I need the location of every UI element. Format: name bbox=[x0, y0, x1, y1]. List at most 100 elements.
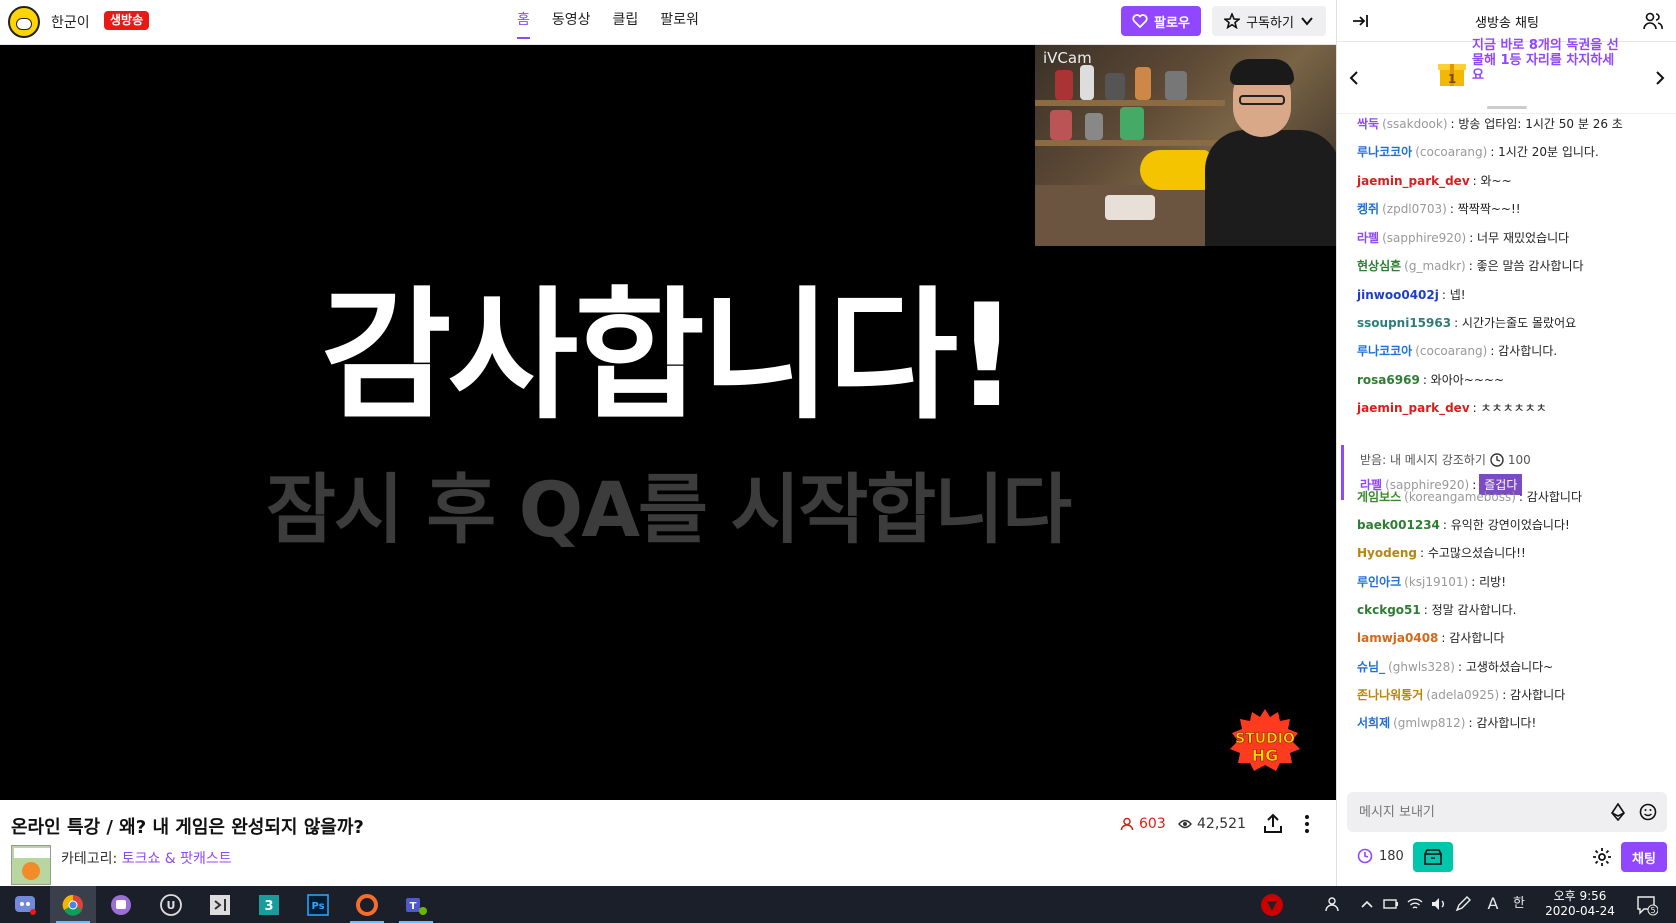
cam-label: iVCam bbox=[1043, 49, 1092, 67]
chat-message: 켕쥐 (zpdl0703): 짝짝짝~~!! bbox=[1357, 201, 1521, 217]
chat-user-id: (gmlwp812) bbox=[1393, 716, 1466, 730]
visual-studio-app-icon[interactable] bbox=[197, 886, 243, 923]
share-icon[interactable] bbox=[1261, 812, 1285, 836]
svg-text:Ps: Ps bbox=[311, 901, 324, 912]
ime-korean-label[interactable]: 한 bbox=[1510, 895, 1528, 913]
chrome-app-icon[interactable] bbox=[50, 886, 96, 923]
photoshop-app-icon[interactable]: Ps bbox=[295, 886, 341, 923]
chat-nick[interactable]: 슈님_ bbox=[1357, 659, 1385, 675]
chat-nick[interactable]: 루나코코아 bbox=[1357, 144, 1412, 160]
unreal-app-icon[interactable]: U bbox=[148, 886, 194, 923]
chat-nick[interactable]: 켕쥐 bbox=[1357, 201, 1379, 217]
chat-message: jaemin_park_dev: 와~~ bbox=[1357, 173, 1512, 189]
svg-text:1: 1 bbox=[1448, 72, 1456, 86]
category-link[interactable]: 토크쇼 & 팟캐스트 bbox=[122, 851, 232, 867]
viewer-count: 603 bbox=[1120, 816, 1166, 832]
people-icon[interactable] bbox=[1324, 895, 1342, 913]
chat-text: : 수고많으셨습니다!! bbox=[1419, 546, 1526, 560]
webcam-overlay: iVCam bbox=[1035, 45, 1336, 246]
tab-videos[interactable]: 동영상 bbox=[552, 9, 591, 39]
svg-text:U: U bbox=[167, 899, 176, 912]
ime-mode-label[interactable]: A bbox=[1484, 895, 1502, 913]
category-label: 카테고리: bbox=[61, 851, 118, 867]
chat-message: 루나코코아 (cocoarang): 1시간 20분 입니다. bbox=[1357, 144, 1599, 160]
emote-icon[interactable] bbox=[1639, 803, 1657, 821]
category-thumbnail[interactable] bbox=[11, 845, 51, 885]
chat-text: : ㅊㅊㅊㅊㅊㅊ bbox=[1472, 401, 1547, 415]
chat-nick[interactable]: baek001234 bbox=[1357, 517, 1440, 533]
chat-user-id: (adela0925) bbox=[1426, 688, 1500, 702]
chat-nick[interactable]: ckckgo51 bbox=[1357, 602, 1421, 618]
tray-app-red-icon[interactable] bbox=[1260, 893, 1284, 917]
battery-icon[interactable] bbox=[1382, 895, 1400, 913]
chat-nick[interactable]: 게임보스 bbox=[1357, 489, 1401, 505]
chat-nick[interactable]: 존나나워통거 bbox=[1357, 687, 1423, 703]
send-chat-button[interactable]: 채팅 bbox=[1621, 842, 1667, 872]
top-bar: 한군이 생방송 홈 동영상 클립 팔로워 팔로우 구독하기 bbox=[0, 0, 1336, 45]
more-options-icon[interactable] bbox=[1297, 812, 1317, 836]
tab-home[interactable]: 홈 bbox=[517, 9, 530, 39]
chat-text: : 너무 재밌었습니다 bbox=[1469, 231, 1570, 245]
chat-nick[interactable]: lamwja0408 bbox=[1357, 630, 1438, 646]
chat-nick[interactable]: 루인아크 bbox=[1357, 574, 1401, 590]
chat-nick[interactable]: jaemin_park_dev bbox=[1357, 400, 1470, 416]
chat-nick[interactable]: 라펠 bbox=[1357, 230, 1379, 246]
discord-app-icon[interactable] bbox=[2, 886, 48, 923]
clock-time: 오후 9:56 bbox=[1553, 889, 1607, 903]
chat-text: : 넵! bbox=[1441, 288, 1466, 302]
teams-app-icon[interactable]: T bbox=[393, 886, 439, 923]
subscribe-label: 구독하기 bbox=[1246, 15, 1294, 31]
notification-center-icon[interactable]: 5 bbox=[1636, 894, 1658, 916]
bits-icon[interactable] bbox=[1609, 803, 1627, 821]
gift-banner-text: 지금 바로 8개의 독권을 선물해 1등 자리를 차지하세요 bbox=[1472, 38, 1619, 83]
chat-message: 라펠 (sapphire920): 너무 재밌었습니다 bbox=[1357, 230, 1569, 246]
chat-nick[interactable]: jaemin_park_dev bbox=[1357, 173, 1470, 189]
chat-nick[interactable]: 루나코코아 bbox=[1357, 343, 1412, 359]
chat-nick[interactable]: Hyodeng bbox=[1357, 545, 1417, 561]
claim-points-button[interactable] bbox=[1413, 842, 1453, 872]
chat-nick[interactable]: jinwoo0402j bbox=[1357, 287, 1439, 303]
chat-nick[interactable]: 현상심흔 bbox=[1357, 258, 1401, 274]
banner-progress bbox=[1487, 106, 1527, 109]
chat-nick[interactable]: 서희제 bbox=[1357, 715, 1390, 731]
system-clock[interactable]: 오후 9:56 2020-04-24 bbox=[1535, 889, 1625, 919]
subscribe-button[interactable]: 구독하기 bbox=[1212, 6, 1326, 36]
channel-avatar[interactable] bbox=[8, 6, 40, 38]
chevron-up-icon[interactable] bbox=[1358, 895, 1376, 913]
chat-message: Hyodeng: 수고많으셨습니다!! bbox=[1357, 545, 1526, 561]
users-icon[interactable] bbox=[1643, 11, 1663, 31]
chat-input[interactable] bbox=[1347, 792, 1597, 832]
channel-name[interactable]: 한군이 bbox=[51, 12, 90, 32]
video-player[interactable]: 감사합니다! 잠시 후 QA를 시작합니다 iVCam STUDIO HG bbox=[0, 45, 1336, 800]
wifi-icon[interactable] bbox=[1406, 895, 1424, 913]
chat-text: : 감사합니다 bbox=[1502, 688, 1566, 702]
chat-nick[interactable]: ssoupni15963 bbox=[1357, 315, 1451, 331]
view-count-value: 42,521 bbox=[1197, 816, 1246, 832]
gear-icon[interactable] bbox=[1592, 847, 1612, 867]
chat-user-id: (cocoarang) bbox=[1415, 145, 1488, 159]
chat-text: : 와~~ bbox=[1472, 174, 1512, 188]
tab-clips[interactable]: 클립 bbox=[613, 9, 639, 39]
3dsmax-app-icon[interactable]: 3 bbox=[246, 886, 292, 923]
chevron-left-icon[interactable] bbox=[1347, 70, 1361, 86]
gift-banner[interactable]: 1 지금 바로 8개의 독권을 선물해 1등 자리를 차지하세요 bbox=[1337, 38, 1676, 114]
channel-points[interactable]: 180 bbox=[1357, 848, 1404, 864]
pen-icon[interactable] bbox=[1454, 895, 1472, 913]
chat-user-id: (zpdl0703) bbox=[1382, 202, 1447, 216]
chat-text: : 감사합니다! bbox=[1468, 716, 1537, 730]
chat-user-id: (g_madkr) bbox=[1404, 259, 1466, 273]
chat-nick[interactable]: 싹둑 bbox=[1357, 116, 1379, 132]
tab-followers[interactable]: 팔로워 bbox=[660, 9, 699, 39]
volume-icon[interactable] bbox=[1430, 895, 1448, 913]
chat-message: baek001234: 유익한 강연이었습니다! bbox=[1357, 517, 1570, 533]
chevron-right-icon[interactable] bbox=[1653, 70, 1667, 86]
chat-nick[interactable]: rosa6969 bbox=[1357, 372, 1420, 388]
taskbar: U 3 Ps T A 한 오후 9:56 2020-04-24 5 bbox=[0, 886, 1676, 923]
twitch-app-icon[interactable] bbox=[98, 886, 144, 923]
chat-text: : 고생하셨습니다~ bbox=[1457, 660, 1554, 674]
chat-text: : 감사합니다. bbox=[1490, 344, 1558, 358]
chat-messages: 받음: 내 메시지 강조하기 100 라펠 (sapphire920): 즐겁다… bbox=[1337, 114, 1676, 778]
viewer-count-value: 603 bbox=[1139, 816, 1166, 832]
follow-button[interactable]: 팔로우 bbox=[1121, 6, 1201, 36]
origin-app-icon[interactable] bbox=[344, 886, 390, 923]
